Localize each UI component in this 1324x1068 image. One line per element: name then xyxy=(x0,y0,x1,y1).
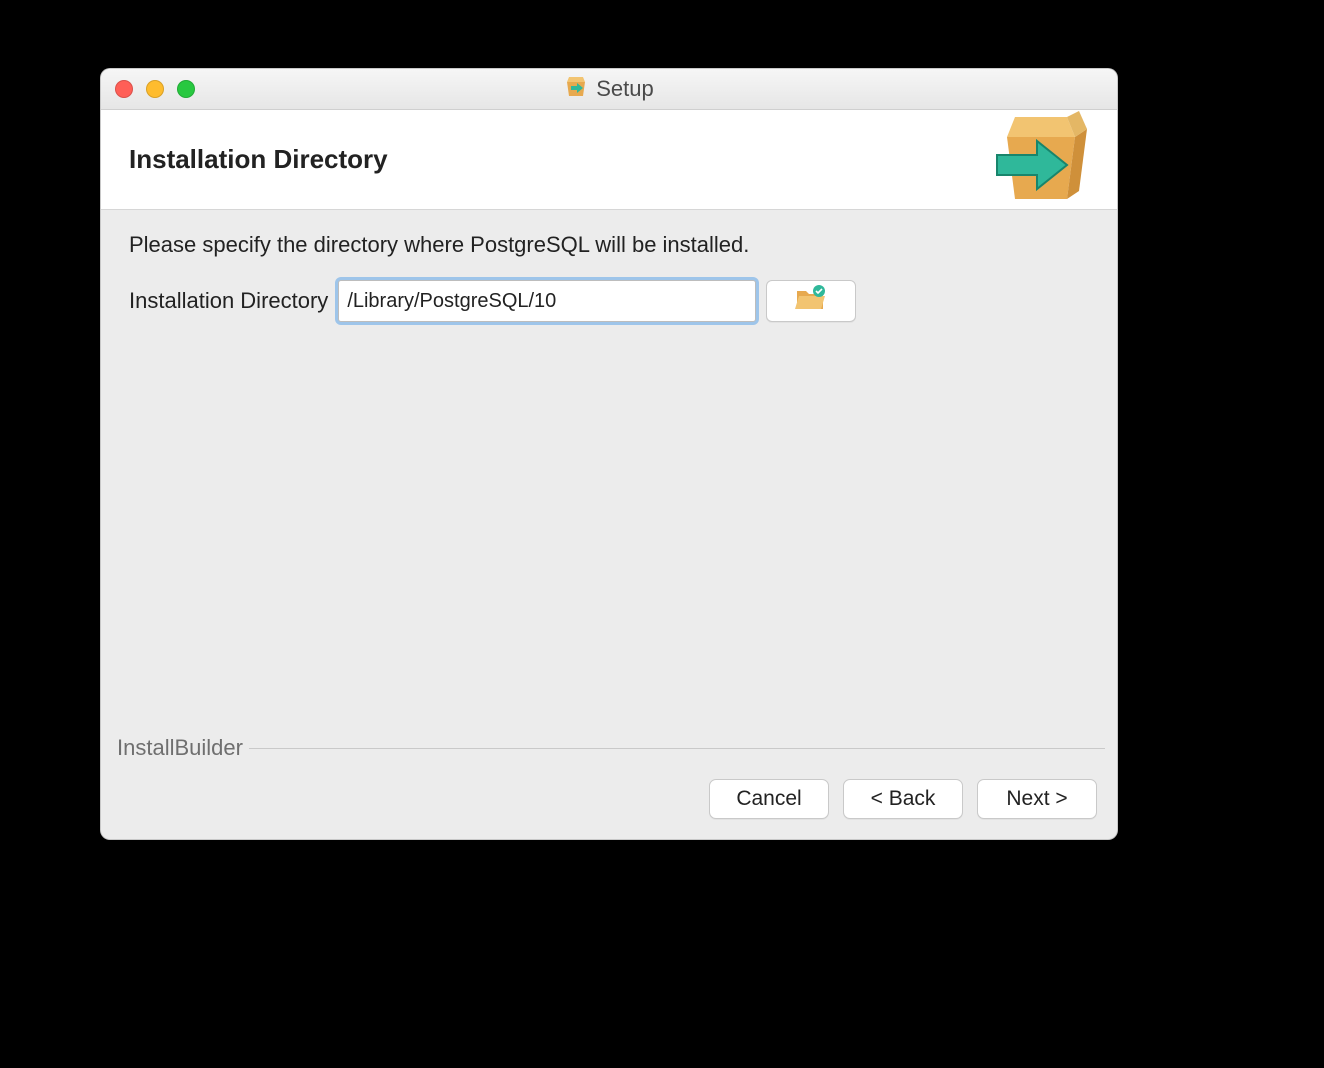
box-arrow-large-icon xyxy=(989,109,1089,210)
window-controls xyxy=(115,80,195,98)
footer-divider xyxy=(113,748,1105,749)
header-band: Installation Directory xyxy=(101,110,1117,210)
cancel-button[interactable]: Cancel xyxy=(709,779,829,819)
framework-label: InstallBuilder xyxy=(111,735,249,761)
content-area: Please specify the directory where Postg… xyxy=(101,210,1117,322)
button-row: Cancel < Back Next > xyxy=(709,779,1097,819)
box-arrow-icon xyxy=(564,74,588,104)
setup-window: Setup Installation Directory Please spec… xyxy=(100,68,1118,840)
window-title: Setup xyxy=(596,76,654,102)
minimize-window-button[interactable] xyxy=(146,80,164,98)
close-window-button[interactable] xyxy=(115,80,133,98)
next-button[interactable]: Next > xyxy=(977,779,1097,819)
back-button[interactable]: < Back xyxy=(843,779,963,819)
directory-label: Installation Directory xyxy=(129,288,328,314)
browse-button[interactable] xyxy=(766,280,856,322)
title-group: Setup xyxy=(564,74,654,104)
folder-open-icon xyxy=(795,285,827,317)
directory-row: Installation Directory xyxy=(129,280,1089,322)
instruction-text: Please specify the directory where Postg… xyxy=(129,232,1089,258)
titlebar: Setup xyxy=(101,69,1117,110)
page-title: Installation Directory xyxy=(129,144,388,175)
directory-input[interactable] xyxy=(338,280,756,322)
zoom-window-button[interactable] xyxy=(177,80,195,98)
